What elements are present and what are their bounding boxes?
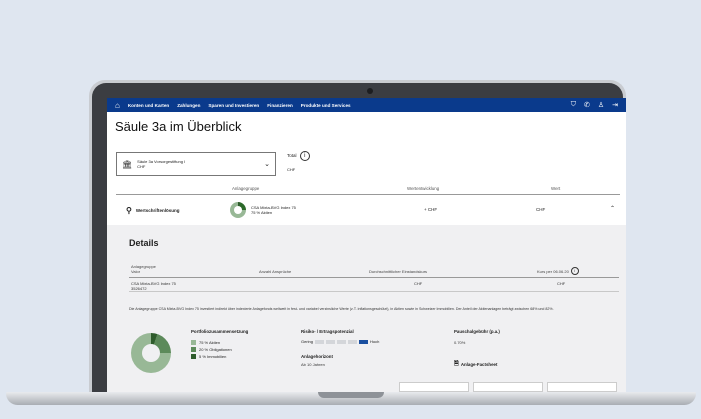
legend-swatch	[191, 347, 196, 352]
account-currency: CHF	[137, 164, 146, 169]
details-header-price-text: Kurs per 06.06.20	[537, 268, 569, 274]
fund-description: Die Anlagegruppe CSA Mixta-BVG Index 75 …	[129, 307, 554, 311]
details-header-price: Kurs per 06.06.20 i	[537, 267, 579, 275]
legend-item: 75 % Aktien	[191, 340, 220, 345]
total-currency: CHF	[287, 167, 296, 172]
allocation-donut-large	[131, 333, 171, 373]
fee-title: Pauschalgebühr (p.a.)	[454, 329, 500, 334]
total-label: Total	[287, 153, 297, 159]
details-avg-price: CHF	[414, 281, 423, 286]
risk-segment	[326, 339, 336, 344]
shield-icon[interactable]: ⛉	[571, 101, 576, 109]
fund-share: 75 % Aktien	[251, 210, 273, 215]
row-value: CHF	[536, 207, 546, 212]
col-header-change: Wertentwicklung	[407, 186, 440, 191]
risk-segment	[315, 339, 325, 344]
nav-item-sparen[interactable]: Sparen und Investieren	[208, 103, 259, 108]
details-header-valor: Valor	[131, 269, 141, 274]
logout-icon[interactable]: ⇥	[612, 101, 618, 109]
horizon-value: Ab 10 Jahren	[301, 362, 325, 367]
legend-swatch	[191, 340, 196, 345]
legend-label: 20 % Obligationen	[199, 347, 232, 352]
risk-segment	[337, 339, 347, 344]
table-row[interactable]: ⚲ Wertschriftenlösung CSA Mixta-BVG Inde…	[116, 196, 620, 224]
legend-label: 5 % Immobilien	[199, 354, 227, 359]
action-button[interactable]	[547, 382, 617, 392]
search-icon: ⚲	[126, 205, 132, 215]
nav-actions: ⛉ ✆ ♙ ⇥	[571, 101, 618, 109]
portfolio-title: Portfoliozusammensetzung	[191, 329, 249, 334]
factsheet-link[interactable]: 🗎 Anlage-Factsheet	[454, 359, 497, 369]
col-header-value: Wert	[551, 186, 561, 191]
bottom-buttons	[399, 382, 617, 392]
factsheet-label: Anlage-Factsheet	[460, 361, 498, 367]
total-block: Total i CHF	[287, 151, 310, 172]
chevron-down-icon: ⌄	[264, 161, 270, 168]
user-icon[interactable]: ♙	[598, 101, 604, 109]
info-icon[interactable]: i	[570, 267, 579, 275]
nav-item-produkte[interactable]: Produkte und Services	[301, 103, 351, 108]
top-navigation: ⌂ Konten und Karten Zahlungen Sparen und…	[107, 98, 626, 112]
legend-item: 5 % Immobilien	[191, 354, 226, 359]
details-header-claims: Anzahl Ansprüche	[259, 269, 292, 274]
phone-icon[interactable]: ✆	[584, 101, 590, 109]
details-panel: Details Anlagegruppe Valor Anzahl Ansprü…	[107, 225, 626, 392]
nav-item-finanzieren[interactable]: Finanzieren	[267, 103, 293, 108]
risk-segment	[348, 339, 358, 344]
risk-high-label: Hoch	[370, 339, 380, 344]
page-title: Säule 3a im Überblick	[115, 119, 242, 134]
account-select[interactable]: 🏛 Säule 3a Vorsorgestiftung I CHF ⌄	[116, 152, 276, 176]
details-price: CHF	[557, 281, 566, 286]
col-header-group: Anlagegruppe	[232, 186, 260, 191]
details-title: Details	[129, 238, 159, 248]
details-header-avg-price: Durchschnittlicher Einstandskurs	[369, 269, 428, 274]
home-icon[interactable]: ⌂	[115, 101, 120, 110]
nav-item-konten[interactable]: Konten und Karten	[128, 103, 169, 108]
risk-title: Risiko- / Ertragspotenzial	[301, 329, 354, 334]
row-label: ⚲ Wertschriftenlösung	[126, 206, 180, 215]
legend-label: 75 % Aktien	[199, 340, 221, 345]
allocation-donut-small	[230, 202, 246, 218]
nav-item-zahlungen[interactable]: Zahlungen	[177, 103, 200, 108]
fee-value: 0.70%	[454, 340, 466, 345]
webcam	[367, 88, 373, 94]
change-value: + CHF	[424, 207, 438, 212]
details-fund: CSA Mixta-BVG Index 75 3526472	[131, 281, 176, 291]
action-button[interactable]	[473, 382, 543, 392]
info-icon[interactable]: i	[299, 151, 310, 161]
app-screen: ⌂ Konten und Karten Zahlungen Sparen und…	[107, 98, 626, 392]
divider	[129, 277, 619, 278]
laptop-notch	[318, 392, 384, 398]
row-label-text: Wertschriftenlösung	[135, 207, 180, 213]
divider	[129, 291, 619, 292]
fund-info: CSA Mixta-BVG Index 75 75 % Aktien	[251, 205, 296, 215]
details-header-group: Anlagegruppe Valor	[131, 264, 156, 274]
risk-scale: Gering Hoch	[301, 339, 379, 344]
document-icon: 🗎	[454, 361, 459, 367]
risk-segment-active	[359, 339, 369, 344]
risk-low-label: Gering	[301, 339, 314, 344]
horizon-title: Anlagehorizont	[301, 354, 333, 359]
legend-item: 20 % Obligationen	[191, 347, 232, 352]
legend-swatch	[191, 354, 196, 359]
bank-icon: 🏛	[122, 159, 133, 169]
divider	[116, 194, 620, 195]
chevron-up-icon[interactable]: ⌃	[610, 205, 615, 212]
action-button[interactable]	[399, 382, 469, 392]
